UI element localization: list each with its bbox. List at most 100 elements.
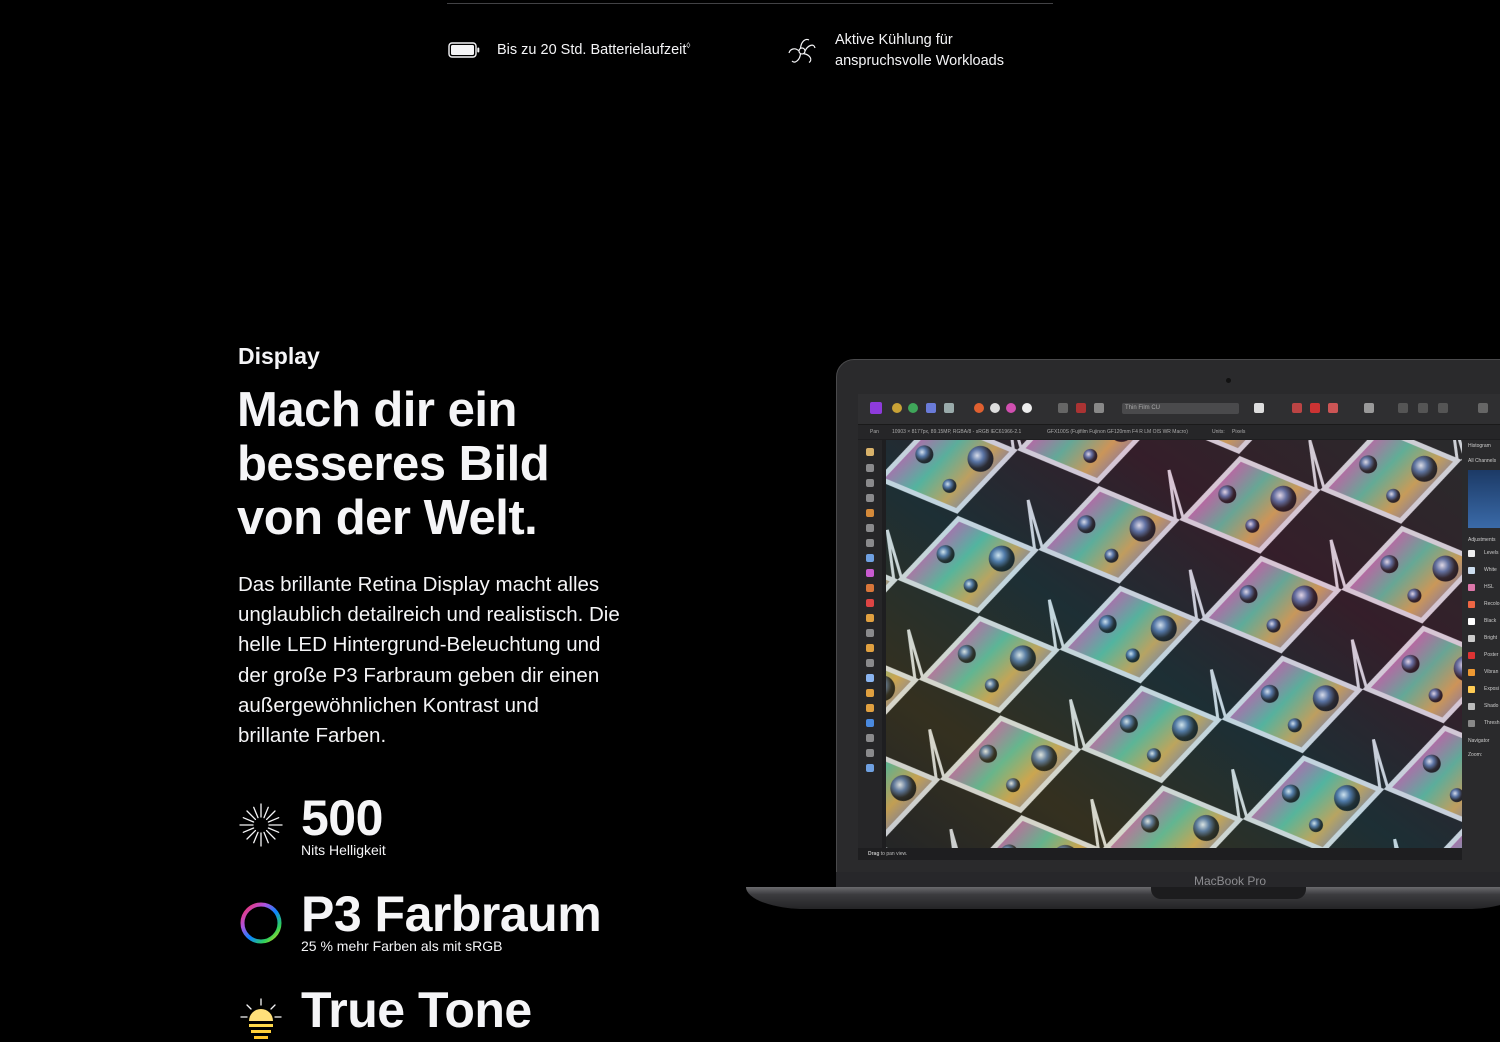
panel-channels[interactable]: All Channels	[1468, 458, 1496, 464]
brightness-icon	[238, 802, 284, 848]
adjustment-swatch-icon	[1468, 584, 1475, 591]
tool-icon[interactable]	[866, 719, 874, 727]
feature-battery: Bis zu 20 Std. Batterielaufzeit◊	[447, 38, 690, 62]
toolbar-icon	[1478, 403, 1488, 413]
stat-value: True Tone	[301, 982, 532, 1038]
app-logo-icon	[870, 402, 882, 414]
adjustment-swatch-icon	[1468, 567, 1475, 574]
toolbar-icon	[892, 403, 902, 413]
stat-color-gamut: P3 Farbraum 25 % mehr Farben als mit sRG…	[238, 888, 602, 954]
iridescent-photo	[886, 440, 1462, 848]
toolbar-icon	[1076, 403, 1086, 413]
tool-icon[interactable]	[866, 584, 874, 592]
toolbar-icon	[1418, 403, 1428, 413]
stat-brightness-text: 500 Nits Helligkeit	[301, 792, 386, 858]
adjustment-item[interactable]: Thresh	[1484, 720, 1500, 726]
toolbar-icon	[1398, 403, 1408, 413]
status-bar: Drag to pan view.	[858, 848, 1462, 860]
tool-icon[interactable]	[866, 554, 874, 562]
adjustment-item[interactable]: Black	[1484, 618, 1496, 624]
tool-icon[interactable]	[866, 524, 874, 532]
tool-icon[interactable]	[866, 629, 874, 637]
tool-icon[interactable]	[866, 659, 874, 667]
panel-title: Histogram	[1468, 443, 1491, 449]
tool-icon[interactable]	[866, 734, 874, 742]
adjustment-item[interactable]: Bright	[1484, 635, 1497, 641]
toolbar-icon	[1022, 403, 1032, 413]
color-ring-icon	[238, 900, 284, 946]
units-value[interactable]: Pixels	[1232, 425, 1245, 439]
adjustments-title: Adjustments	[1468, 537, 1496, 543]
toolbar-icon	[1058, 403, 1068, 413]
tool-icon[interactable]	[866, 494, 874, 502]
status-bold: Drag	[868, 851, 880, 857]
fan-icon	[786, 30, 818, 72]
adjustment-item[interactable]: Recolo	[1484, 601, 1500, 607]
adjustment-swatch-icon	[1468, 686, 1475, 693]
battery-icon	[447, 38, 481, 62]
doc-info: 10903 × 8177px, 89.15MP, RGBA/8 - sRGB I…	[892, 429, 1022, 435]
adjustment-item[interactable]: White	[1484, 567, 1497, 573]
tool-icon[interactable]	[866, 479, 874, 487]
top-divider	[447, 3, 1053, 4]
toolbar-icon	[944, 403, 954, 413]
toolbar-icon	[1006, 403, 1016, 413]
adjustment-swatch-icon	[1468, 635, 1475, 642]
adjustment-item[interactable]: Levels	[1484, 550, 1498, 556]
adjustment-swatch-icon	[1468, 618, 1475, 625]
section-eyebrow: Display	[238, 343, 320, 369]
toolbar-icon	[1328, 403, 1338, 413]
histogram	[1468, 470, 1500, 528]
adjustment-swatch-icon	[1468, 601, 1475, 608]
feature-cooling: Aktive Kühlung für anspruchsvolle Worklo…	[786, 30, 1004, 72]
tool-icon[interactable]	[866, 569, 874, 577]
adjustment-swatch-icon	[1468, 720, 1475, 727]
status-text: to pan view.	[880, 851, 908, 857]
toolbar-icon	[926, 403, 936, 413]
adjustment-item[interactable]: HSL	[1484, 584, 1494, 590]
section-body: Das brillante Retina Display macht alles…	[238, 573, 620, 748]
true-tone-icon	[238, 996, 284, 1042]
tool-icon[interactable]	[866, 689, 874, 697]
toolbar-icon	[1094, 403, 1104, 413]
photo-canvas[interactable]	[886, 440, 1462, 848]
stat-brightness: 500 Nits Helligkeit	[238, 792, 386, 858]
tool-icon[interactable]	[866, 464, 874, 472]
stat-color-text: P3 Farbraum 25 % mehr Farben als mit sRG…	[301, 888, 602, 954]
tool-icon[interactable]	[866, 509, 874, 517]
navigator-title: Navigator	[1468, 738, 1490, 744]
toolbar-icon	[990, 403, 1000, 413]
tool-icon[interactable]	[866, 704, 874, 712]
tool-icon[interactable]	[866, 539, 874, 547]
tool-label: Pan	[870, 429, 879, 435]
stat-caption: Nits Helligkeit	[301, 842, 386, 858]
stat-true-tone-text: True Tone	[301, 982, 532, 1038]
tool-icon[interactable]	[866, 644, 874, 652]
cooling-text: Aktive Kühlung für anspruchsvolle Worklo…	[835, 32, 1004, 69]
adjustments-panel: Histogram All Channels Adjustments Level…	[1462, 440, 1500, 860]
adjustment-item[interactable]: Vibran	[1484, 669, 1498, 675]
toolbar-field[interactable]: Thin Film CU	[1122, 403, 1239, 414]
toolbar-icon	[1254, 403, 1264, 413]
toolbar-icon	[974, 403, 984, 413]
adjustment-swatch-icon	[1468, 703, 1475, 710]
adjustment-item[interactable]: Exposi	[1484, 686, 1499, 692]
tool-icon[interactable]	[866, 764, 874, 772]
toolbar-icon	[1292, 403, 1302, 413]
adjustment-item[interactable]: Poster	[1484, 652, 1498, 658]
section-headline: Mach dir ein besseres Bild von der Welt.	[237, 383, 550, 545]
lens-info: GFX100S (Fujifilm Fujinon GF120mm F4 R L…	[1047, 429, 1188, 435]
model-label: MacBook Pro	[1194, 874, 1267, 888]
tool-icon[interactable]	[866, 614, 874, 622]
adjustment-swatch-icon	[1468, 550, 1475, 557]
battery-footnote: ◊	[686, 40, 691, 50]
adjustment-item[interactable]: Shado	[1484, 703, 1498, 709]
camera-dot	[1226, 378, 1231, 383]
laptop-base	[746, 887, 1500, 909]
battery-text: Bis zu 20 Std. Batterielaufzeit◊	[497, 40, 691, 58]
tool-icon[interactable]	[866, 674, 874, 682]
tool-icon[interactable]	[866, 749, 874, 757]
toolbar-icon	[1364, 403, 1374, 413]
tool-icon[interactable]	[866, 599, 874, 607]
tool-icon[interactable]	[866, 448, 874, 456]
